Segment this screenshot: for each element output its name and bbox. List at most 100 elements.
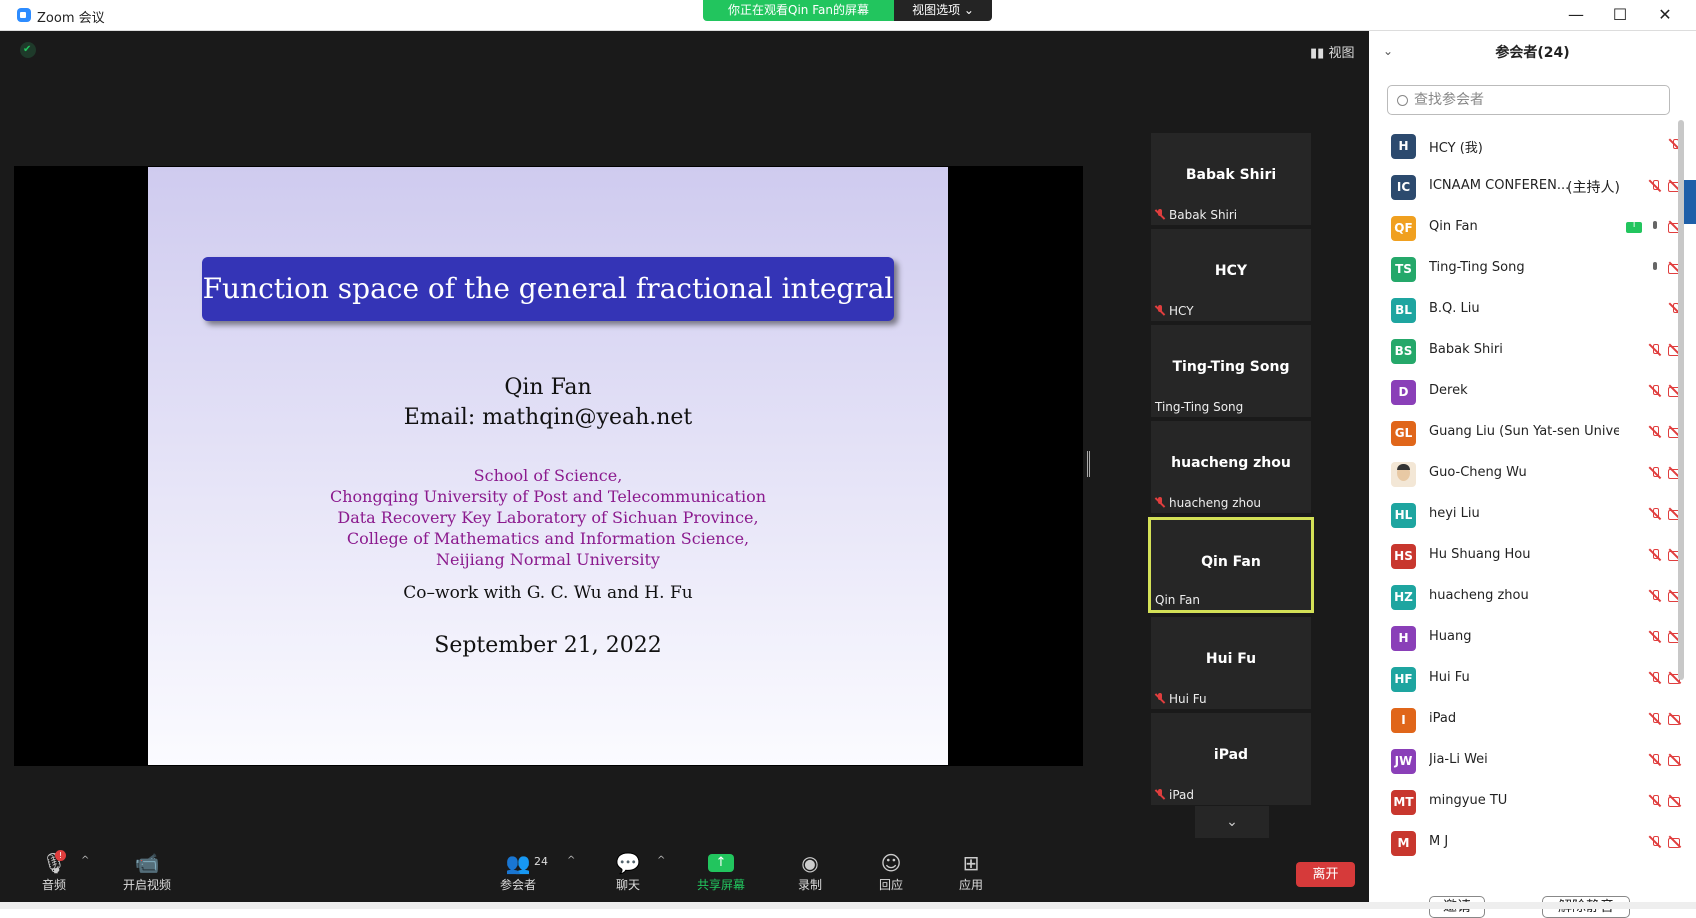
tile-label-text: iPad bbox=[1169, 788, 1195, 802]
avatar: HS bbox=[1391, 544, 1416, 569]
camera-off-icon[interactable] bbox=[1668, 712, 1682, 726]
microphone-muted-icon[interactable] bbox=[1648, 425, 1662, 439]
reactions-button[interactable]: ☺ 回应 bbox=[851, 850, 931, 893]
camera-off-icon[interactable] bbox=[1668, 835, 1682, 849]
video-tile[interactable]: huacheng zhou huacheng zhou bbox=[1151, 421, 1311, 513]
screen-sharing-icon[interactable] bbox=[1626, 219, 1642, 233]
participant-name: Huang bbox=[1429, 629, 1472, 644]
participant-row[interactable]: HL heyi Liu bbox=[1369, 494, 1696, 535]
video-tile[interactable]: Babak Shiri Babak Shiri bbox=[1151, 133, 1311, 225]
audio-label: 音频 bbox=[41, 878, 66, 892]
participant-row[interactable]: H HCY (我) bbox=[1369, 125, 1696, 166]
audio-options-caret[interactable]: ^ bbox=[81, 855, 89, 866]
security-shield-icon[interactable]: ✔ bbox=[20, 42, 36, 58]
tile-display-name: HCY bbox=[1214, 263, 1248, 279]
microphone-muted-icon[interactable] bbox=[1648, 589, 1662, 603]
participant-row[interactable]: JW Jia-Li Wei bbox=[1369, 740, 1696, 781]
participant-status-icons bbox=[1642, 630, 1682, 644]
close-button[interactable]: ✕ bbox=[1645, 2, 1685, 28]
microphone-muted-icon[interactable] bbox=[1648, 630, 1662, 644]
host-tag: (主持人) bbox=[1567, 180, 1620, 196]
muted-mic-icon bbox=[1155, 789, 1165, 800]
start-video-button[interactable]: 📹 开启视频 bbox=[107, 850, 187, 893]
microphone-muted-icon[interactable] bbox=[1648, 384, 1662, 398]
participant-search-input[interactable]: 查找参会者 bbox=[1387, 85, 1670, 115]
chat-button[interactable]: 💬 聊天 bbox=[588, 850, 668, 893]
participant-row[interactable]: HZ huacheng zhou bbox=[1369, 576, 1696, 617]
participant-row[interactable]: QF Qin Fan bbox=[1369, 207, 1696, 248]
microphone-muted-icon[interactable] bbox=[1648, 179, 1662, 193]
participant-row[interactable]: HS Hu Shuang Hou bbox=[1369, 535, 1696, 576]
microphone-on-icon[interactable] bbox=[1648, 220, 1662, 234]
camera-off-icon[interactable] bbox=[1668, 753, 1682, 767]
microphone-muted-icon[interactable] bbox=[1648, 343, 1662, 357]
avatar: HZ bbox=[1391, 585, 1416, 610]
zoom-app-icon bbox=[17, 8, 31, 22]
video-tile[interactable]: Qin Fan Qin Fan bbox=[1148, 517, 1314, 613]
reaction-smiley-icon: ☺ bbox=[880, 851, 902, 875]
apps-label: 应用 bbox=[958, 878, 983, 892]
participant-row[interactable]: HF Hui Fu bbox=[1369, 658, 1696, 699]
avatar bbox=[1391, 462, 1416, 487]
slide-email: Email: mathqin@yeah.net bbox=[403, 405, 693, 430]
microphone-muted-icon[interactable] bbox=[1648, 753, 1662, 767]
microphone-on-icon[interactable] bbox=[1648, 261, 1662, 275]
participant-row[interactable]: TS Ting-Ting Song bbox=[1369, 248, 1696, 289]
view-options-button[interactable]: 视图选项 ⌄ bbox=[894, 0, 992, 21]
avatar: QF bbox=[1391, 216, 1416, 241]
video-tile[interactable]: iPad iPad bbox=[1151, 713, 1311, 805]
view-button[interactable]: ▮▮ 视图 bbox=[1310, 42, 1354, 61]
microphone-muted-icon[interactable] bbox=[1648, 794, 1662, 808]
muted-mic-icon bbox=[1155, 305, 1165, 316]
microphone-muted-icon[interactable] bbox=[1648, 835, 1662, 849]
affiliation-line: Neijiang Normal University bbox=[436, 550, 660, 569]
microphone-muted-icon[interactable] bbox=[1648, 671, 1662, 685]
participant-row[interactable]: MT mingyue TU bbox=[1369, 781, 1696, 822]
camera-off-icon[interactable] bbox=[1668, 794, 1682, 808]
microphone-muted-icon[interactable] bbox=[1648, 548, 1662, 562]
participant-row[interactable]: H Huang bbox=[1369, 617, 1696, 658]
participant-row[interactable]: IiPad bbox=[1369, 699, 1696, 740]
reactions-label: 回应 bbox=[878, 878, 903, 892]
participant-row[interactable]: BS Babak Shiri bbox=[1369, 330, 1696, 371]
participant-row[interactable]: IC ICNAAM CONFEREN... (主持人) bbox=[1369, 166, 1696, 207]
resize-divider[interactable] bbox=[1087, 451, 1090, 477]
muted-mic-icon bbox=[1155, 209, 1165, 220]
participant-status-icons bbox=[1642, 589, 1682, 603]
chat-options-caret[interactable]: ^ bbox=[657, 855, 665, 866]
participant-status-icons bbox=[1642, 425, 1682, 439]
gallery-scroll-down-button[interactable]: ⌄ bbox=[1195, 806, 1269, 838]
participant-row[interactable]: GL Guang Liu (Sun Yat-sen Univers... bbox=[1369, 412, 1696, 453]
avatar: H bbox=[1391, 134, 1416, 159]
participant-status-icons bbox=[1642, 671, 1682, 685]
video-tile[interactable]: Ting-Ting Song Ting-Ting Song bbox=[1151, 325, 1311, 417]
tile-display-name: Qin Fan bbox=[1201, 554, 1261, 570]
affiliation-line: School of Science, bbox=[473, 466, 623, 485]
tile-name-label: Ting-Ting Song bbox=[1155, 400, 1243, 414]
avatar: BL bbox=[1391, 298, 1416, 323]
microphone-muted-icon[interactable] bbox=[1648, 712, 1662, 726]
video-tile[interactable]: HCY HCY bbox=[1151, 229, 1311, 321]
avatar: H bbox=[1391, 626, 1416, 651]
share-screen-button[interactable]: ↑ 共享屏幕 bbox=[681, 850, 761, 893]
participant-status-icons bbox=[1642, 712, 1682, 726]
minimize-button[interactable]: — bbox=[1556, 2, 1596, 28]
participant-row[interactable]: MM J bbox=[1369, 822, 1696, 863]
participant-row[interactable]: BL B.Q. Liu bbox=[1369, 289, 1696, 330]
tile-display-name: Hui Fu bbox=[1205, 651, 1257, 667]
apps-button[interactable]: ⊞ 应用 bbox=[931, 850, 1011, 893]
avatar: HL bbox=[1391, 503, 1416, 528]
affiliation-line: College of Mathematics and Information S… bbox=[346, 529, 750, 548]
participant-name: Hui Fu bbox=[1429, 670, 1470, 685]
search-icon bbox=[1397, 95, 1408, 106]
maximize-button[interactable]: ☐ bbox=[1600, 2, 1640, 28]
microphone-muted-icon[interactable] bbox=[1648, 507, 1662, 521]
record-button[interactable]: ◉ 录制 bbox=[770, 850, 850, 893]
participant-row[interactable]: D Derek bbox=[1369, 371, 1696, 412]
window-title: Zoom 会议 bbox=[37, 11, 105, 26]
video-tile[interactable]: Hui Fu Hui Fu bbox=[1151, 617, 1311, 709]
leave-meeting-button[interactable]: 离开 bbox=[1296, 862, 1355, 887]
participant-row[interactable]: Guo-Cheng Wu bbox=[1369, 453, 1696, 494]
participants-options-caret[interactable]: ^ bbox=[567, 855, 575, 866]
microphone-muted-icon[interactable] bbox=[1648, 466, 1662, 480]
